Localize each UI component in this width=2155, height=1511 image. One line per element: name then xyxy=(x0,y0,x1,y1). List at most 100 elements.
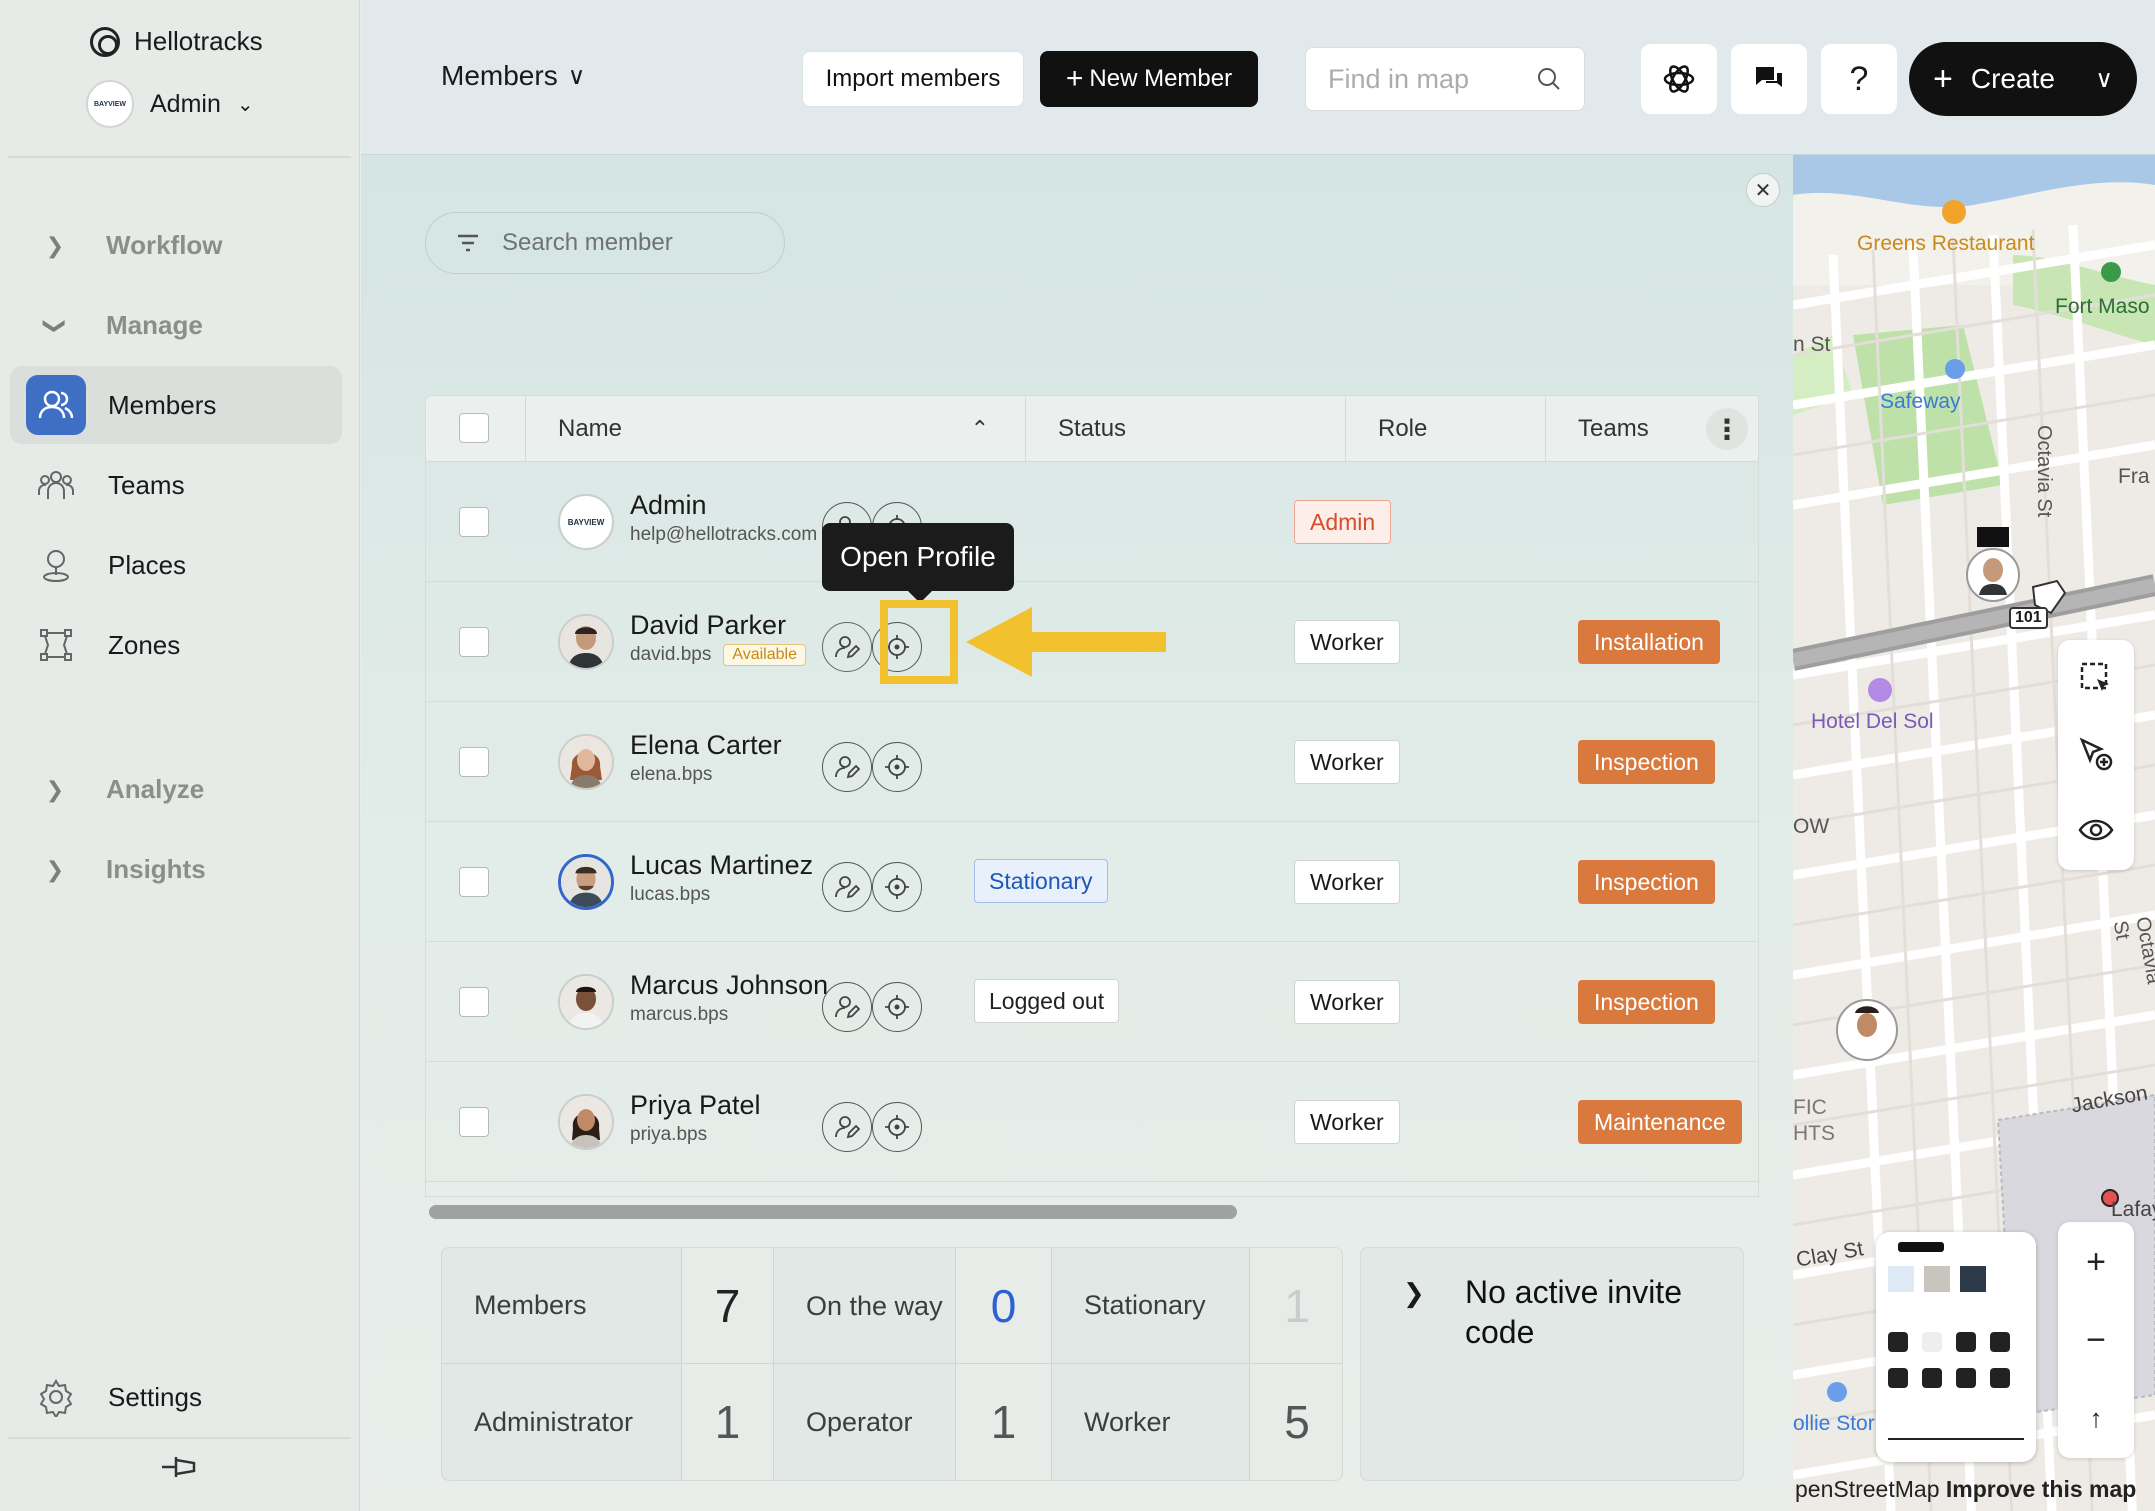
row-checkbox[interactable] xyxy=(459,1107,489,1137)
attribution-text: penStreetMap xyxy=(1795,1476,1940,1502)
column-status[interactable]: Status xyxy=(1026,396,1346,462)
profile-edit-icon xyxy=(835,996,860,1019)
table-row[interactable]: BAYVIEW Admin help@hellotracks.com Admin xyxy=(426,462,1758,582)
nav-group-manage[interactable]: ❯ Manage xyxy=(40,310,203,341)
invite-code-card[interactable]: ❯ No active invite code xyxy=(1360,1247,1744,1481)
locate-button[interactable] xyxy=(872,742,922,792)
locate-button[interactable] xyxy=(872,1102,922,1152)
plus-icon: + xyxy=(2086,1242,2106,1281)
account-switcher[interactable]: BAYVIEW Admin ⌄ xyxy=(86,80,254,128)
search-member-input[interactable]: Search member xyxy=(425,212,785,274)
table-row[interactable]: Marcus Johnson marcus.bps Logged out Wor… xyxy=(426,942,1758,1062)
zoom-out-button[interactable]: − xyxy=(2058,1302,2134,1378)
find-in-map-input[interactable]: Find in map xyxy=(1305,47,1585,111)
new-member-button[interactable]: + New Member xyxy=(1040,51,1258,107)
eye-icon xyxy=(2078,819,2114,841)
add-point-tool[interactable] xyxy=(2058,716,2134,792)
row-checkbox[interactable] xyxy=(459,987,489,1017)
row-checkbox[interactable] xyxy=(459,747,489,777)
members-panel: ✕ Search member Name ⌃ Status Role Teams… xyxy=(361,155,1793,1511)
open-profile-button[interactable] xyxy=(822,982,872,1032)
messages-button[interactable] xyxy=(1731,44,1807,114)
reset-north-button[interactable]: ↑ xyxy=(2058,1380,2134,1456)
avatar xyxy=(558,1094,614,1150)
row-checkbox[interactable] xyxy=(459,867,489,897)
sidebar-item-places[interactable]: Places xyxy=(10,526,342,604)
default-map-tab[interactable] xyxy=(1898,1242,1944,1252)
ai-assistant-button[interactable] xyxy=(1641,44,1717,114)
pin-sidebar-icon[interactable] xyxy=(160,1452,200,1490)
sidebar-item-teams[interactable]: Teams xyxy=(10,446,342,524)
sidebar-item-members[interactable]: Members xyxy=(10,366,342,444)
open-profile-button[interactable] xyxy=(822,742,872,792)
filter-icon xyxy=(458,234,478,252)
nav-group-insights[interactable]: ❯ Insights xyxy=(40,854,206,885)
sidebar-item-settings[interactable]: Settings xyxy=(10,1358,342,1436)
chevron-down-icon: ❯ xyxy=(43,316,68,335)
chevron-right-icon: ❯ xyxy=(45,856,65,882)
table-row[interactable]: Elena Carter elena.bps Worker Inspection xyxy=(426,702,1758,822)
map-layers-card[interactable] xyxy=(1876,1232,2036,1462)
select-area-tool[interactable] xyxy=(2058,640,2134,716)
select-all-checkbox[interactable] xyxy=(459,413,489,443)
members-table: Name ⌃ Status Role Teams ⋮ BAYVIEW Admin… xyxy=(425,395,1759,1197)
improve-map-link[interactable]: Improve this map xyxy=(1946,1476,2136,1502)
nav-group-analyze[interactable]: ❯ Analyze xyxy=(40,774,204,805)
select-area-icon xyxy=(2080,662,2109,691)
profile-edit-icon xyxy=(835,636,860,659)
layer-toggles[interactable] xyxy=(1888,1332,2024,1388)
crosshair-icon xyxy=(885,755,909,779)
table-header: Name ⌃ Status Role Teams ⋮ xyxy=(426,396,1758,462)
help-button[interactable]: ? xyxy=(1821,44,1897,114)
nav-group-workflow[interactable]: ❯ Workflow xyxy=(40,230,223,261)
page-title-dropdown[interactable]: Members ∨ xyxy=(441,60,585,92)
member-sub: priya.bps xyxy=(630,1124,707,1146)
open-profile-button[interactable] xyxy=(822,862,872,912)
icon-size-slider[interactable] xyxy=(1888,1438,2024,1440)
member-username: priya.bps xyxy=(630,1124,708,1145)
nav-group-label: Manage xyxy=(106,310,203,340)
locate-button[interactable] xyxy=(872,982,922,1032)
horizontal-scrollbar[interactable] xyxy=(429,1205,1237,1219)
visibility-tool[interactable] xyxy=(2058,792,2134,868)
stat-value: 5 xyxy=(1250,1364,1342,1480)
open-profile-button[interactable] xyxy=(822,1102,872,1152)
zoom-in-button[interactable]: + xyxy=(2058,1224,2134,1300)
close-panel-button[interactable]: ✕ xyxy=(1746,173,1780,207)
nav-group-label: Insights xyxy=(106,854,206,884)
column-label: Name xyxy=(558,415,623,442)
divider xyxy=(8,156,351,158)
team-badge: Maintenance xyxy=(1578,1100,1742,1144)
table-row[interactable]: Lucas Martinez lucas.bps Stationary Work… xyxy=(426,822,1758,942)
places-icon xyxy=(26,535,86,595)
search-placeholder: Search member xyxy=(502,229,673,256)
row-checkbox[interactable] xyxy=(459,507,489,537)
nav-group-label: Workflow xyxy=(106,230,223,260)
column-options-button[interactable]: ⋮ xyxy=(1706,408,1748,450)
column-name[interactable]: Name ⌃ xyxy=(526,396,1026,462)
gear-icon xyxy=(26,1367,86,1427)
crosshair-icon xyxy=(885,995,909,1019)
sidebar-item-label: Settings xyxy=(108,1381,202,1412)
pointer-arrow xyxy=(966,607,1166,677)
select-all-cell xyxy=(426,396,526,462)
map-style-options[interactable] xyxy=(1888,1266,2024,1292)
open-profile-button[interactable] xyxy=(822,622,872,672)
table-row[interactable]: Priya Patel priya.bps Worker Maintenance xyxy=(426,1062,1758,1182)
member-name: Elena Carter xyxy=(630,730,782,760)
chevron-down-icon: ∨ xyxy=(2095,65,2113,93)
avatar xyxy=(558,734,614,790)
column-role[interactable]: Role xyxy=(1346,396,1546,462)
row-checkbox[interactable] xyxy=(459,627,489,657)
sidebar: Hellotracks BAYVIEW Admin ⌄ ❯ Workflow ❯… xyxy=(0,0,360,1511)
chevron-right-icon: ❯ xyxy=(45,776,65,802)
create-button[interactable]: + Create ∨ xyxy=(1909,42,2137,116)
map-zoom-controls: + − ↑ xyxy=(2058,1222,2134,1458)
member-username: david.bps xyxy=(630,644,712,665)
import-members-button[interactable]: Import members xyxy=(802,51,1024,107)
open-profile-tooltip: Open Profile xyxy=(822,523,1014,603)
column-teams[interactable]: Teams ⋮ xyxy=(1546,396,1758,462)
stat-label: Worker xyxy=(1052,1364,1250,1480)
sidebar-item-zones[interactable]: Zones xyxy=(10,606,342,684)
locate-button[interactable] xyxy=(872,862,922,912)
